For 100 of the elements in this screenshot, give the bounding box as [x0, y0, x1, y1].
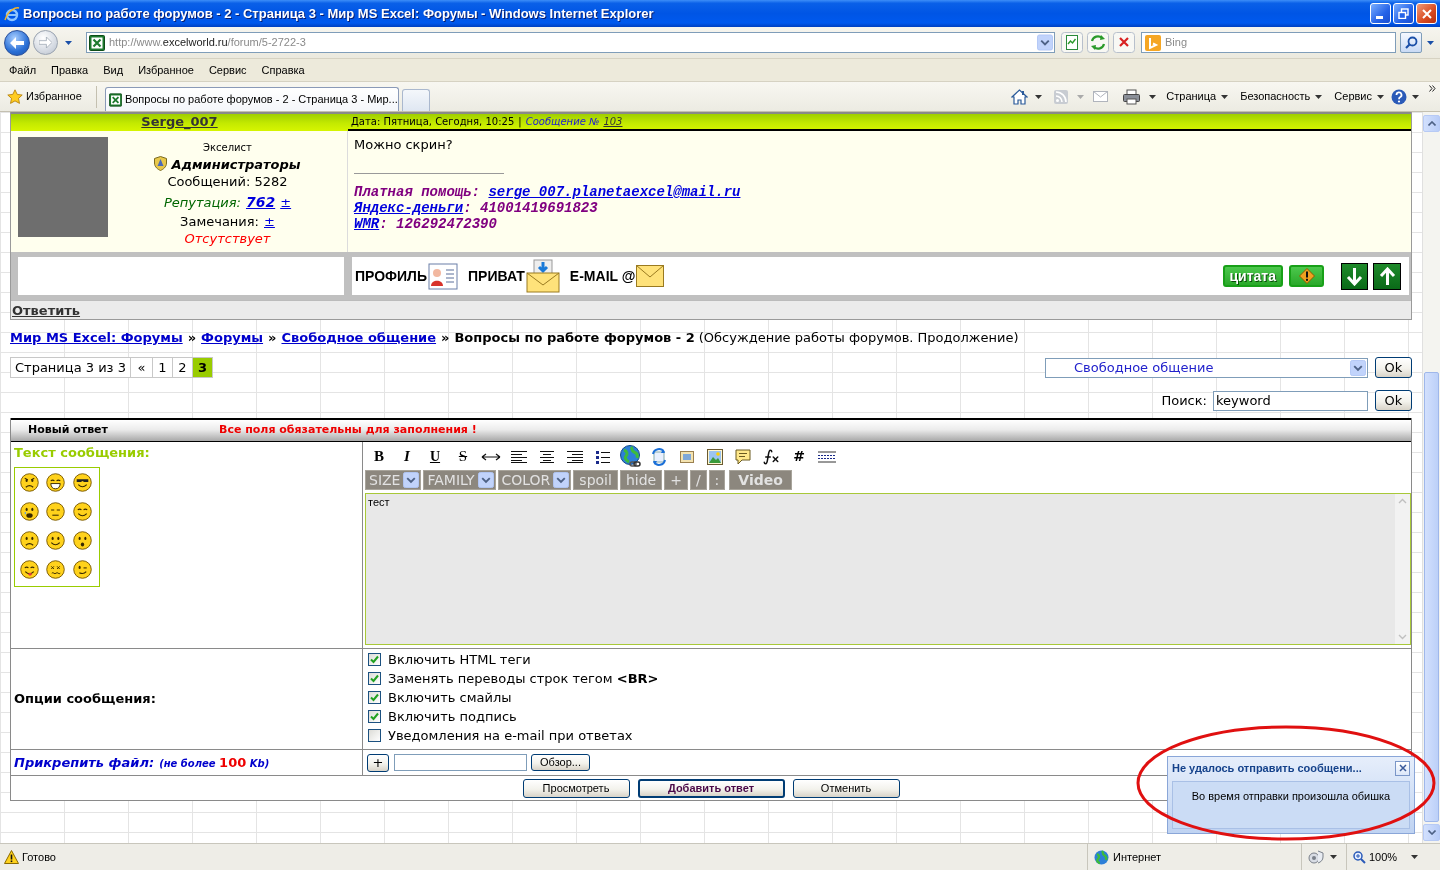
double-arrow-icon[interactable]: [481, 452, 501, 461]
expressionless-face-icon[interactable]: [46, 502, 66, 521]
refresh-arrows-icon[interactable]: [650, 447, 668, 466]
submit-button[interactable]: Добавить ответ: [637, 778, 785, 798]
menu-item[interactable]: Файл: [9, 63, 37, 77]
reply-link[interactable]: Ответить: [12, 302, 81, 318]
caret-down-icon[interactable]: [1330, 855, 1337, 859]
menu-item[interactable]: Избранное: [138, 63, 194, 77]
restore-button[interactable]: [1393, 3, 1414, 24]
zoom-level-button[interactable]: 100%: [1353, 848, 1398, 866]
globe-link-icon[interactable]: [619, 444, 643, 469]
align-left-icon[interactable]: [511, 450, 527, 463]
menu-item[interactable]: Вид: [103, 63, 124, 77]
small-picture-icon[interactable]: [680, 450, 694, 463]
file-path-field[interactable]: [394, 754, 527, 771]
horizontal-rule-icon[interactable]: [818, 450, 836, 463]
checkbox[interactable]: [368, 729, 381, 742]
grinning-face-icon[interactable]: [46, 473, 66, 492]
refresh-icon[interactable]: [1087, 32, 1109, 53]
signature-link[interactable]: Яндекс-деньги: [354, 200, 464, 216]
chevron-right-double-icon[interactable]: [1429, 85, 1436, 92]
address-dropdown-icon[interactable]: [1037, 34, 1053, 51]
checkbox[interactable]: [368, 653, 381, 666]
signature-link[interactable]: WMR: [354, 216, 380, 232]
command-menu[interactable]: Сервис: [1334, 88, 1384, 105]
breadcrumb-link[interactable]: Мир MS Excel: Форумы: [10, 329, 183, 346]
picture-icon[interactable]: [707, 448, 723, 465]
menu-item[interactable]: Сервис: [208, 63, 247, 77]
search-keyword-field[interactable]: keyword: [1213, 390, 1368, 411]
help-icon[interactable]: [1391, 88, 1407, 105]
strikethrough-tool[interactable]: S: [450, 446, 476, 467]
italic-tool[interactable]: I: [394, 446, 420, 467]
caret-down-icon[interactable]: [1412, 94, 1419, 99]
message-number-link[interactable]: 103: [603, 115, 623, 128]
home-icon[interactable]: [1011, 88, 1029, 105]
previous-page-link[interactable]: «: [129, 358, 152, 377]
hash-tool[interactable]: #: [786, 446, 812, 467]
history-caret-icon[interactable]: [64, 40, 72, 45]
scroll-up-button[interactable]: [1423, 115, 1440, 132]
search-options-caret-icon[interactable]: [1426, 40, 1434, 45]
back-button[interactable]: [4, 29, 30, 56]
message-textarea[interactable]: тест: [365, 493, 1411, 645]
report-button[interactable]: [1289, 265, 1324, 287]
printer-icon[interactable]: [1123, 88, 1141, 105]
crying-face-icon[interactable]: [20, 502, 39, 521]
browse-button[interactable]: Обзор...: [531, 754, 590, 771]
dizzy-face-icon[interactable]: [46, 560, 66, 579]
menu-item[interactable]: Правка: [51, 63, 89, 77]
scroll-down-button[interactable]: [1423, 824, 1440, 841]
underline-tool[interactable]: U: [422, 446, 448, 467]
winking-face-icon[interactable]: [72, 560, 92, 579]
checkbox[interactable]: [368, 710, 381, 723]
caret-down-icon[interactable]: [1149, 94, 1157, 99]
caret-down-icon[interactable]: [1411, 855, 1418, 859]
bullet-list-icon[interactable]: [596, 449, 610, 464]
author-name-link[interactable]: Serge_007: [141, 114, 218, 129]
menu-item[interactable]: Справка: [261, 63, 305, 77]
reputation-link[interactable]: 762: [245, 192, 276, 212]
angry-face-icon[interactable]: [20, 473, 39, 492]
breadcrumb-link[interactable]: Свободное общение: [281, 329, 437, 346]
reputation-change-link[interactable]: ±: [280, 193, 292, 213]
favorites-menu[interactable]: Избранное: [7, 88, 82, 105]
gear-shield-icon[interactable]: [1308, 849, 1324, 865]
content-face-icon[interactable]: [72, 502, 92, 521]
align-center-icon[interactable]: [540, 450, 554, 463]
speech-bubble-icon[interactable]: [735, 448, 751, 465]
sunglasses-face-icon[interactable]: [72, 473, 92, 492]
address-field[interactable]: http://www.excelworld.ru/forum/5-2722-3: [86, 32, 1055, 53]
smiling-face-icon[interactable]: [46, 531, 66, 550]
command-menu[interactable]: Безопасность: [1240, 88, 1323, 105]
form-button[interactable]: Просмотреть: [522, 778, 630, 798]
scrollbar-thumb[interactable]: [1424, 372, 1439, 822]
search-field[interactable]: Bing: [1141, 32, 1396, 53]
close-button[interactable]: [1395, 760, 1410, 776]
align-right-icon[interactable]: [567, 450, 583, 463]
sad-face-icon[interactable]: [20, 531, 39, 550]
document-chart-icon[interactable]: [1061, 32, 1083, 53]
ok-button[interactable]: Ok: [1375, 390, 1412, 411]
form-button[interactable]: Отменить: [792, 778, 900, 798]
warnings-change-link[interactable]: ±: [264, 213, 275, 231]
checkbox[interactable]: [368, 672, 381, 685]
minimize-button[interactable]: [1370, 3, 1391, 24]
ok-button[interactable]: Ok: [1375, 357, 1412, 378]
caret-down-icon[interactable]: [1035, 94, 1043, 99]
scroll-down-post-button[interactable]: [1341, 262, 1368, 290]
checkbox[interactable]: [368, 691, 381, 704]
browser-tab[interactable]: Вопросы по работе форумов - 2 - Страница 3 - Мир...: [104, 87, 399, 111]
email-link[interactable]: E-MAIL @: [569, 265, 665, 287]
breadcrumb-link[interactable]: Форумы: [201, 329, 264, 346]
private-message-link[interactable]: ПРИВАТ: [468, 259, 560, 293]
signature-link[interactable]: serge_007.planetaexcel@mail.ru: [488, 184, 741, 200]
scroll-up-post-button[interactable]: [1373, 262, 1401, 290]
search-button[interactable]: [1400, 32, 1422, 53]
forum-select[interactable]: Свободное общение: [1045, 357, 1368, 378]
add-file-button[interactable]: +: [367, 753, 389, 772]
command-menu[interactable]: Страница: [1166, 88, 1229, 105]
profile-link[interactable]: ПРОФИЛЬ: [355, 261, 458, 291]
tongue-face-icon[interactable]: [20, 560, 39, 579]
function-icon[interactable]: [762, 447, 780, 466]
surprised-face-icon[interactable]: [72, 531, 92, 550]
